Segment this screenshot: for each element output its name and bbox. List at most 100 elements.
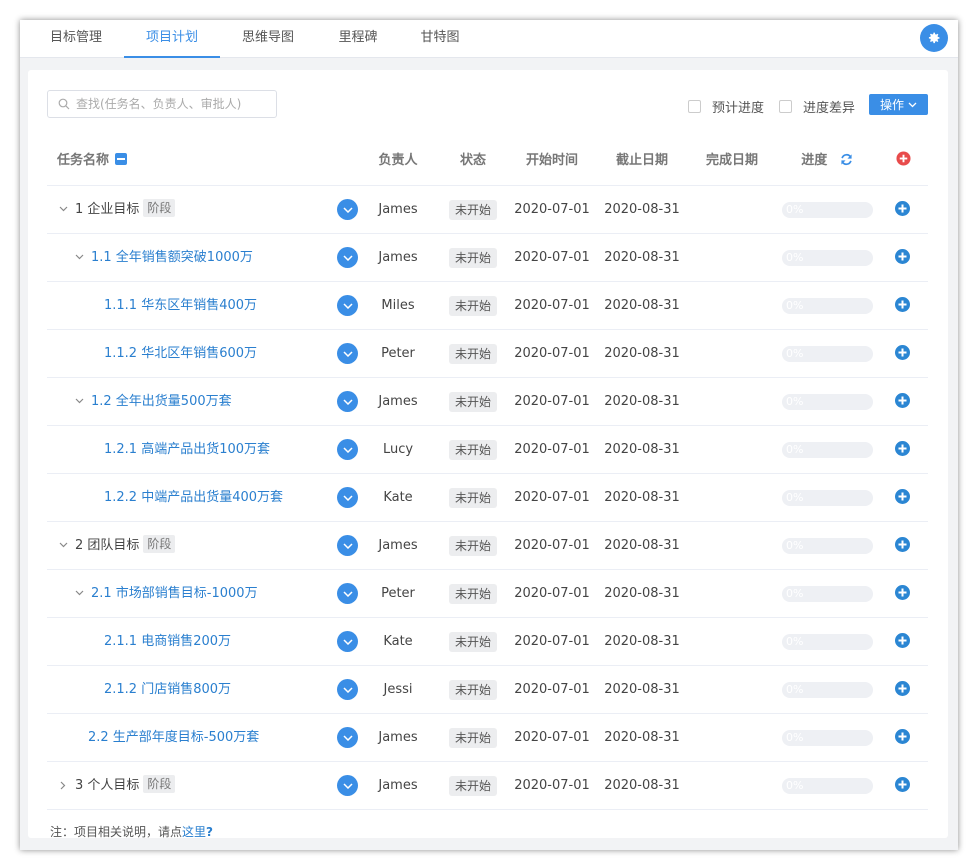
- task-name[interactable]: 1 企业目标 阶段: [75, 186, 176, 233]
- add-subtask-button[interactable]: [895, 537, 910, 552]
- task-name-text[interactable]: 2 团队目标: [75, 538, 139, 553]
- table-row[interactable]: 1.1.1 华东区年销售400万 Miles 未开始 2020-07-01 20…: [47, 282, 928, 330]
- add-subtask-button[interactable]: [895, 345, 910, 360]
- task-name-text[interactable]: 1 企业目标: [75, 202, 139, 217]
- task-name-text[interactable]: 2.2 生产部年度目标-500万套: [88, 730, 259, 745]
- task-name[interactable]: 1.2 全年出货量500万套: [91, 378, 232, 425]
- task-name[interactable]: 1.1.1 华东区年销售400万: [104, 282, 257, 329]
- row-expand-button[interactable]: [337, 775, 358, 796]
- add-subtask-button[interactable]: [895, 393, 910, 408]
- chevron-down-icon[interactable]: [57, 539, 69, 551]
- task-name[interactable]: 3 个人目标 阶段: [75, 762, 176, 809]
- table-row[interactable]: 2.1.2 门店销售800万 Jessi 未开始 2020-07-01 2020…: [47, 666, 928, 714]
- task-name-text[interactable]: 1.1.1 华东区年销售400万: [104, 298, 257, 313]
- task-name[interactable]: 1.1 全年销售额突破1000万: [91, 234, 253, 281]
- progress-diff-checkbox[interactable]: 进度差异: [779, 97, 855, 116]
- checkbox-box[interactable]: [688, 100, 701, 113]
- table-row[interactable]: 1.1.2 华北区年销售600万 Peter 未开始 2020-07-01 20…: [47, 330, 928, 378]
- col-progress: 进度: [787, 140, 867, 186]
- col-due: 截止日期: [615, 153, 668, 168]
- add-subtask-button[interactable]: [895, 681, 910, 696]
- tab-goal-management[interactable]: 目标管理: [32, 20, 120, 58]
- table-row[interactable]: 1.2.1 高端产品出货100万套 Lucy 未开始 2020-07-01 20…: [47, 426, 928, 474]
- task-name-text[interactable]: 1.1.2 华北区年销售600万: [104, 346, 257, 361]
- add-subtask-button[interactable]: [895, 633, 910, 648]
- settings-button[interactable]: [920, 24, 948, 52]
- row-expand-button[interactable]: [337, 679, 358, 700]
- row-expand-button[interactable]: [337, 439, 358, 460]
- add-subtask-button[interactable]: [895, 585, 910, 600]
- add-subtask-button[interactable]: [895, 201, 910, 216]
- note-link[interactable]: 这里: [182, 825, 206, 839]
- table-row[interactable]: 2.1 市场部销售目标-1000万 Peter 未开始 2020-07-01 2…: [47, 570, 928, 618]
- add-root-icon[interactable]: [895, 151, 911, 166]
- planned-progress-checkbox[interactable]: 预计进度: [688, 97, 764, 116]
- tab-mind-map[interactable]: 思维导图: [224, 20, 312, 58]
- add-subtask-button[interactable]: [895, 489, 910, 504]
- done-date-cell: [692, 378, 772, 425]
- chevron-down-icon: [342, 494, 353, 501]
- task-name-text[interactable]: 2.1.1 电商销售200万: [104, 634, 231, 649]
- row-expand-button[interactable]: [337, 535, 358, 556]
- row-expand-button[interactable]: [337, 583, 358, 604]
- chevron-down-icon[interactable]: [73, 251, 85, 263]
- refresh-icon[interactable]: [840, 153, 853, 166]
- row-expand-button[interactable]: [337, 391, 358, 412]
- tab-gantt[interactable]: 甘特图: [402, 20, 478, 58]
- task-name-text[interactable]: 1.2 全年出货量500万套: [91, 394, 232, 409]
- task-name[interactable]: 2.2 生产部年度目标-500万套: [88, 714, 259, 761]
- plus-icon: [898, 252, 907, 261]
- table-row[interactable]: 3 个人目标 阶段 James 未开始 2020-07-01 2020-08-31…: [47, 762, 928, 810]
- row-expand-button[interactable]: [337, 727, 358, 748]
- task-name[interactable]: 1.1.2 华北区年销售600万: [104, 330, 257, 377]
- row-expand-button[interactable]: [337, 343, 358, 364]
- row-expand-button[interactable]: [337, 487, 358, 508]
- tab-milestone[interactable]: 里程碑: [320, 20, 396, 58]
- table-row[interactable]: 1.1 全年销售额突破1000万 James 未开始 2020-07-01 20…: [47, 234, 928, 282]
- checkbox-box[interactable]: [779, 100, 792, 113]
- table-row[interactable]: 1.2 全年出货量500万套 James 未开始 2020-07-01 2020…: [47, 378, 928, 426]
- table-row[interactable]: 1.2.2 中端产品出货量400万套 Kate 未开始 2020-07-01 2…: [47, 474, 928, 522]
- add-subtask-button[interactable]: [895, 249, 910, 264]
- table-row[interactable]: 2.1.1 电商销售200万 Kate 未开始 2020-07-01 2020-…: [47, 618, 928, 666]
- progress-bar: 0%: [782, 682, 873, 698]
- add-subtask-button[interactable]: [895, 777, 910, 792]
- task-name-text[interactable]: 2.1 市场部销售目标-1000万: [91, 586, 258, 601]
- collapse-all-icon[interactable]: [115, 153, 128, 165]
- chevron-right-icon[interactable]: [57, 779, 69, 791]
- task-name-text[interactable]: 1.2.1 高端产品出货100万套: [104, 442, 270, 457]
- add-subtask-button[interactable]: [895, 441, 910, 456]
- row-expand-button[interactable]: [337, 247, 358, 268]
- chevron-down-icon[interactable]: [57, 203, 69, 215]
- row-expand-button[interactable]: [337, 631, 358, 652]
- table-row[interactable]: 1 企业目标 阶段 James 未开始 2020-07-01 2020-08-31…: [47, 186, 928, 234]
- chevron-down-icon[interactable]: [73, 587, 85, 599]
- status-badge: 未开始: [448, 535, 497, 556]
- plus-icon: [898, 444, 907, 453]
- row-expand-button[interactable]: [337, 199, 358, 220]
- task-name-text[interactable]: 1.2.2 中端产品出货量400万套: [104, 490, 283, 505]
- table-row[interactable]: 2 团队目标 阶段 James 未开始 2020-07-01 2020-08-31…: [47, 522, 928, 570]
- done-date-cell: [692, 570, 772, 617]
- progress-text: 0%: [786, 779, 804, 792]
- add-subtask-button[interactable]: [895, 729, 910, 744]
- row-expand-button[interactable]: [337, 295, 358, 316]
- tab-project-plan[interactable]: 项目计划: [124, 20, 220, 58]
- task-name[interactable]: 2 团队目标 阶段: [75, 522, 176, 569]
- task-name-text[interactable]: 1.1 全年销售额突破1000万: [91, 250, 253, 265]
- task-name[interactable]: 2.1.2 门店销售800万: [104, 666, 231, 713]
- search-box[interactable]: [47, 90, 277, 118]
- question-icon[interactable]: ?: [206, 825, 213, 839]
- task-name-text[interactable]: 3 个人目标: [75, 778, 139, 793]
- task-name[interactable]: 1.2.2 中端产品出货量400万套: [104, 474, 283, 521]
- chevron-down-icon[interactable]: [73, 395, 85, 407]
- search-input[interactable]: [76, 94, 272, 114]
- table-row[interactable]: 2.2 生产部年度目标-500万套 James 未开始 2020-07-01 2…: [47, 714, 928, 762]
- task-name[interactable]: 2.1.1 电商销售200万: [104, 618, 231, 665]
- task-name[interactable]: 2.1 市场部销售目标-1000万: [91, 570, 258, 617]
- task-name-text[interactable]: 2.1.2 门店销售800万: [104, 682, 231, 697]
- add-subtask-button[interactable]: [895, 297, 910, 312]
- task-name[interactable]: 1.2.1 高端产品出货100万套: [104, 426, 270, 473]
- operate-dropdown-button[interactable]: 操作: [869, 94, 928, 115]
- stage-badge: 阶段: [143, 535, 176, 553]
